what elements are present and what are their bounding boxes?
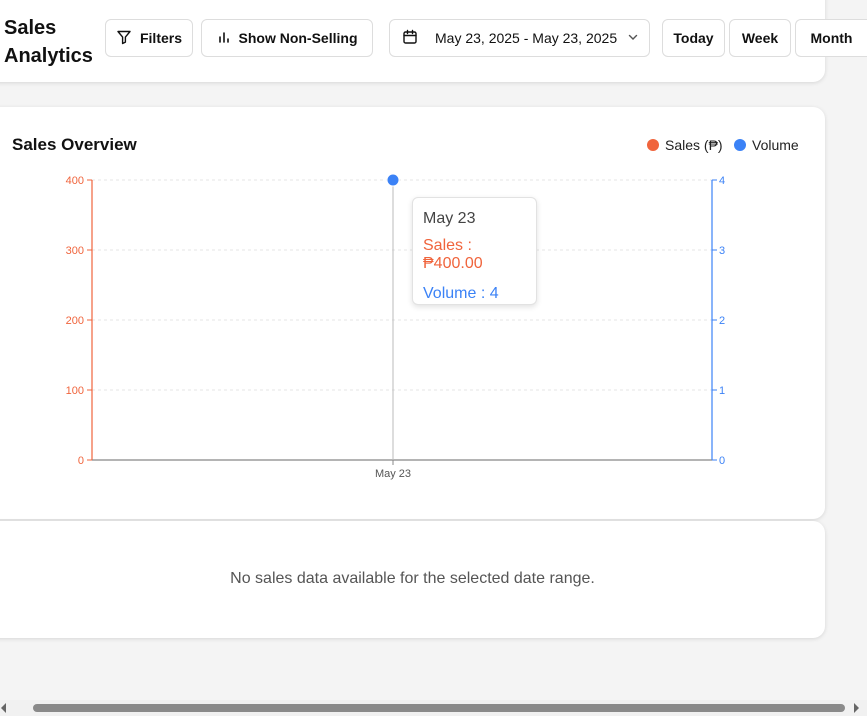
legend-volume-label: Volume [752,137,799,153]
left-axis-tick-label: 0 [78,455,84,467]
tooltip-sales: Sales : ₱400.00 [423,237,483,272]
date-range-picker[interactable]: May 23, 2025 - May 23, 2025 [389,19,650,57]
filters-button[interactable]: Filters [105,19,193,57]
left-axis-tick-label: 400 [66,175,84,187]
month-button[interactable]: Month [795,19,867,57]
week-button[interactable]: Week [729,19,791,57]
page-title: Sales Analytics [4,17,93,67]
right-axis-tick-label: 3 [719,245,725,257]
chevron-down-icon [627,30,639,46]
show-non-selling-button[interactable]: Show Non-Selling [201,19,373,57]
right-axis-tick-label: 1 [719,385,725,397]
sales-legend-marker [647,139,659,151]
right-axis-tick-label: 2 [719,315,725,327]
volume-legend-marker [734,139,746,151]
tooltip-date: May 23 [423,210,476,227]
scrollbar-thumb[interactable] [33,704,845,712]
volume-data-point [386,173,400,187]
legend-sales[interactable]: Sales (₱) [647,137,723,153]
filter-icon [116,29,132,48]
horizontal-scrollbar[interactable] [0,700,867,716]
today-button[interactable]: Today [662,19,725,57]
scroll-right-arrow-icon[interactable] [854,703,859,713]
left-axis-tick-label: 300 [66,245,84,257]
left-axis-tick-label: 200 [66,315,84,327]
bar-chart-icon [217,30,231,47]
right-axis-tick-label: 0 [719,455,725,467]
chart-title: Sales Overview [12,135,137,154]
filters-label: Filters [139,30,182,46]
left-axis-tick-label: 100 [66,385,84,397]
x-axis-tick-label: May 23 [375,468,411,480]
scroll-left-arrow-icon[interactable] [1,703,6,713]
date-range-text: May 23, 2025 - May 23, 2025 [435,30,618,46]
right-axis-tick-label: 4 [719,175,725,187]
calendar-icon [402,29,418,48]
legend-volume[interactable]: Volume [734,137,799,153]
chart-tooltip: May 23 Sales : ₱400.00 Volume : 4 [412,197,537,305]
empty-state-message: No sales data available for the selected… [230,570,595,587]
tooltip-volume: Volume : 4 [423,285,499,302]
legend-sales-label: Sales (₱) [665,137,723,153]
show-non-selling-label: Show Non-Selling [238,30,358,46]
